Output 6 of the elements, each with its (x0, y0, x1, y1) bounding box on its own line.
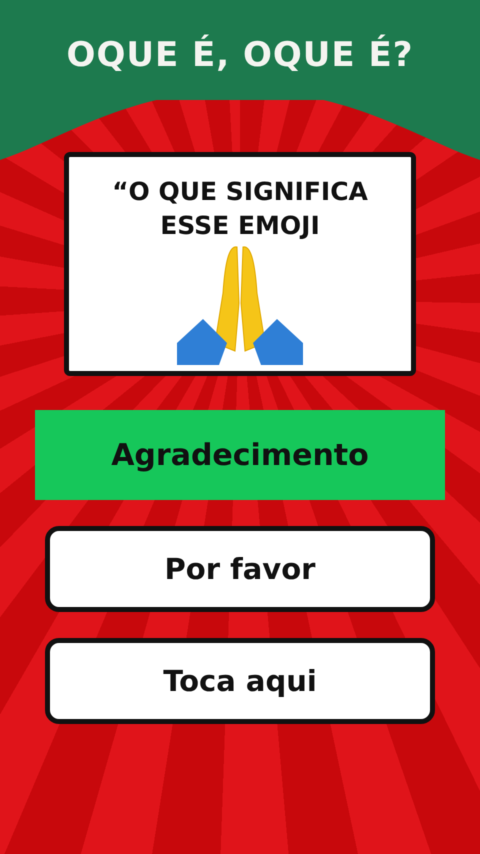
answer-option[interactable]: Agradecimento (35, 410, 445, 500)
question-text: ESSE EMOJI (160, 210, 320, 242)
answer-option[interactable]: Por favor (45, 526, 435, 612)
answer-option[interactable]: Toca aqui (45, 638, 435, 724)
quiz-title: OQUE É, OQUE É? (66, 35, 414, 75)
question-text: “O QUE SIGNIFICA (112, 176, 368, 208)
